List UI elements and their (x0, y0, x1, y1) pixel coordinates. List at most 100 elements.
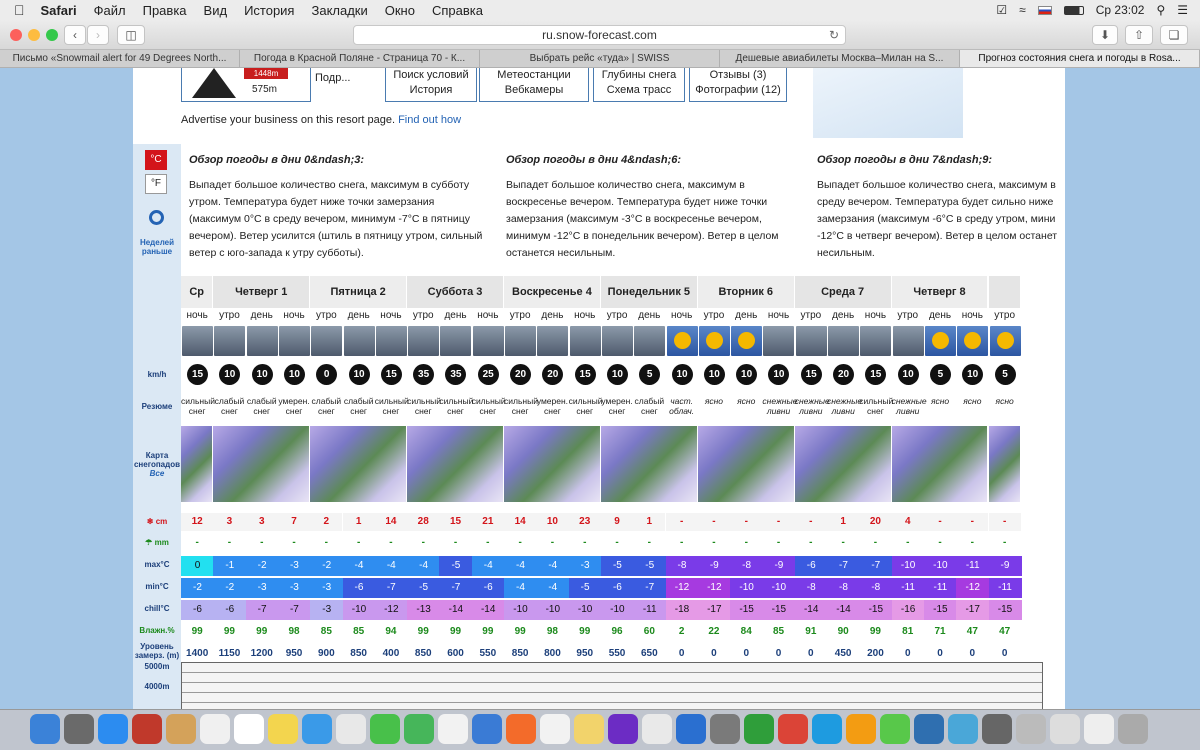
dock-app-icon[interactable] (710, 714, 740, 744)
dock-app-icon[interactable] (268, 714, 298, 744)
dock-app-icon[interactable] (302, 714, 332, 744)
download-button[interactable]: ⬇ (1092, 25, 1118, 45)
clock-icon[interactable] (149, 210, 164, 225)
weather-stations-button[interactable]: Метеостанции Вебкамеры (479, 68, 589, 102)
dock-app-icon[interactable] (472, 714, 502, 744)
menu-file[interactable]: Файл (94, 3, 126, 18)
elevation-bottom: 575m (252, 84, 278, 95)
dock-app-icon[interactable] (1084, 714, 1114, 744)
snowfall-map[interactable] (600, 426, 697, 502)
tab-swiss[interactable]: Выбрать рейс «туда» | SWISS (480, 50, 720, 67)
menu-edit[interactable]: Правка (143, 3, 187, 18)
period-label: ночь (283, 310, 305, 321)
flag-icon[interactable] (1037, 5, 1052, 15)
menu-view[interactable]: Вид (204, 3, 228, 18)
temp-max: 0 (181, 556, 214, 576)
tab-snow-forecast[interactable]: Прогноз состояния снега и погоды в Rosa.… (960, 50, 1200, 67)
reload-icon[interactable]: ↻ (829, 26, 839, 44)
menu-history[interactable]: История (244, 3, 294, 18)
checkmark-icon[interactable]: ☑ (996, 3, 1007, 17)
dock-app-icon[interactable] (778, 714, 808, 744)
snowfall-map[interactable] (891, 426, 988, 502)
webcams-label[interactable]: Вебкамеры (480, 83, 588, 98)
url-bar[interactable]: ru.snow-forecast.com ↻ (353, 25, 846, 45)
dock-app-icon[interactable] (200, 714, 230, 744)
zoom-window-button[interactable] (46, 29, 58, 41)
snowfall-map[interactable] (181, 426, 213, 502)
dock-app-icon[interactable] (846, 714, 876, 744)
back-button[interactable]: ‹ (64, 25, 86, 45)
dock-app-icon[interactable] (982, 714, 1012, 744)
dock-app-icon[interactable] (540, 714, 570, 744)
dock-app-icon[interactable] (370, 714, 400, 744)
dock-app-icon[interactable] (948, 714, 978, 744)
snowmap-all-link[interactable]: Все (150, 469, 165, 478)
dock-app-icon[interactable] (642, 714, 672, 744)
minimize-window-button[interactable] (28, 29, 40, 41)
tab-snowmail[interactable]: Письмо «Snowmail alert for 49 Degrees No… (0, 50, 240, 67)
dock-app-icon[interactable] (234, 714, 264, 744)
piste-map-label[interactable]: Схема трасс (594, 83, 684, 98)
share-button[interactable]: ⇧ (1125, 25, 1153, 45)
label-humidity: Влажн.% (139, 626, 175, 635)
dock-app-icon[interactable] (574, 714, 604, 744)
previous-week-link[interactable]: Неделей раньше (135, 238, 179, 256)
snowfall-map[interactable] (697, 426, 794, 502)
dock-app-icon[interactable] (132, 714, 162, 744)
dock-app-icon[interactable] (676, 714, 706, 744)
dock-app-icon[interactable] (336, 714, 366, 744)
search-conditions-button[interactable]: Поиск условий История (385, 68, 477, 102)
dock-app-icon[interactable] (98, 714, 128, 744)
snowfall-map[interactable] (988, 426, 1020, 502)
snowfall-map[interactable] (213, 426, 310, 502)
sidebar-button[interactable]: ◫ (117, 25, 145, 45)
snowfall-map[interactable] (407, 426, 503, 502)
celsius-button[interactable]: °C (145, 150, 167, 170)
snowfall-map[interactable] (794, 426, 891, 502)
temp-min: -11 (923, 578, 957, 598)
dock-app-icon[interactable] (166, 714, 196, 744)
snow-depths-button[interactable]: Глубины снега Схема трасс (593, 68, 685, 102)
notification-icon[interactable]: ☰ (1177, 3, 1188, 17)
snowfall-map[interactable] (310, 426, 407, 502)
tab-flights[interactable]: Дешевые авиабилеты Москва–Милан на S... (720, 50, 960, 67)
temp-min: -6 (600, 578, 634, 598)
wifi-icon[interactable]: ≈ (1019, 3, 1026, 17)
dock-app-icon[interactable] (64, 714, 94, 744)
dock-app-icon[interactable] (1118, 714, 1148, 744)
tab-krasnaya-polyana[interactable]: Погода в Красной Поляне - Страница 70 - … (240, 50, 480, 67)
dock-app-icon[interactable] (812, 714, 842, 744)
podr-link[interactable]: Подр... (315, 72, 351, 84)
fahrenheit-button[interactable]: °F (145, 174, 167, 194)
dock-app-icon[interactable] (506, 714, 536, 744)
battery-icon[interactable] (1063, 5, 1084, 15)
dock-app-icon[interactable] (1050, 714, 1080, 744)
snowfall-map[interactable] (504, 426, 600, 502)
dock-app-icon[interactable] (880, 714, 910, 744)
dock-app-icon[interactable] (438, 714, 468, 744)
reviews-button[interactable]: Отзывы (3) Фотографии (12) (689, 68, 787, 102)
wind-chill: -15 (730, 600, 764, 620)
dock-app-icon[interactable] (404, 714, 434, 744)
history-label[interactable]: История (386, 83, 476, 98)
photos-label[interactable]: Фотографии (12) (690, 83, 786, 98)
dock-app-icon[interactable] (608, 714, 638, 744)
menu-window[interactable]: Окно (385, 3, 415, 18)
close-window-button[interactable] (10, 29, 22, 41)
dock-app-icon[interactable] (30, 714, 60, 744)
label-5000m: 5000m (144, 662, 170, 671)
clock[interactable]: Ср 23:02 (1096, 3, 1145, 17)
spotlight-icon[interactable]: ⚲ (1156, 3, 1165, 17)
menu-help[interactable]: Справка (432, 3, 483, 18)
apple-icon[interactable]:  (14, 2, 25, 18)
dock-app-icon[interactable] (744, 714, 774, 744)
forward-button[interactable]: › (87, 25, 109, 45)
advert-link[interactable]: Find out how (398, 114, 461, 126)
weather-icon (569, 326, 601, 356)
tabs-overview-button[interactable]: ❏ (1160, 25, 1188, 45)
dock-app-icon[interactable] (914, 714, 944, 744)
wind-chill: -15 (988, 600, 1022, 620)
menu-app[interactable]: Safari (41, 3, 77, 18)
menu-bookmarks[interactable]: Закладки (311, 3, 367, 18)
dock-app-icon[interactable] (1016, 714, 1046, 744)
